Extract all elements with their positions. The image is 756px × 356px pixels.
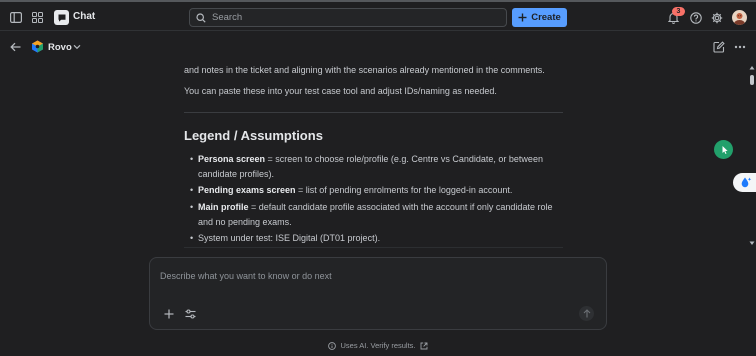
search-placeholder: Search	[212, 12, 243, 23]
create-label: Create	[531, 12, 561, 23]
edit-icon[interactable]	[712, 40, 725, 53]
divider	[184, 247, 563, 248]
notification-badge[interactable]: 3	[672, 7, 685, 16]
list-item: • Pending exams screen = list of pending…	[190, 183, 558, 198]
create-button[interactable]: Create	[512, 8, 567, 27]
chat-composer[interactable]: Describe what you want to know or do nex…	[149, 257, 607, 330]
info-icon	[328, 341, 337, 350]
help-icon[interactable]	[689, 11, 702, 24]
gear-icon[interactable]	[710, 11, 723, 24]
app-name[interactable]: Chat	[73, 11, 95, 22]
bullet-dot: •	[190, 233, 194, 243]
list-item: • Persona screen = screen to choose role…	[190, 152, 558, 181]
list-item-desc: = list of pending enrolments for the log…	[295, 185, 513, 195]
bullet-dot: •	[190, 185, 194, 195]
list-item: • System under test: ISE Digital (DT01 p…	[190, 231, 558, 246]
apps-grid-icon[interactable]	[31, 11, 44, 24]
plus-icon	[518, 13, 527, 22]
back-arrow-icon[interactable]	[9, 40, 22, 53]
top-navigation-bar: Chat Search Create 3	[0, 0, 756, 31]
send-button[interactable]	[579, 306, 594, 321]
composer-placeholder[interactable]: Describe what you want to know or do nex…	[160, 271, 332, 281]
search-icon	[196, 12, 206, 23]
chat-app-icon[interactable]	[54, 10, 69, 25]
search-input[interactable]: Search	[189, 8, 507, 27]
attach-plus-icon[interactable]	[163, 308, 174, 319]
external-link-icon[interactable]	[420, 342, 428, 350]
agent-name[interactable]: Rovo	[48, 42, 72, 53]
list-item-term: Persona screen	[198, 154, 266, 164]
assistant-message: and notes in the ticket and aligning wit…	[184, 58, 564, 248]
cursor-indicator	[714, 140, 733, 159]
list-item-term: Main profile	[198, 202, 249, 212]
list-item: • Main profile = default candidate profi…	[190, 200, 558, 229]
list-item-desc: System under test: ISE Digital (DT01 pro…	[198, 233, 381, 243]
bullet-dot: •	[190, 202, 194, 212]
list-item-desc: = default candidate profile associated w…	[198, 202, 553, 227]
send-arrow-icon	[583, 309, 591, 318]
scrollbar-thumb[interactable]	[750, 75, 754, 85]
sidebar-toggle-icon[interactable]	[9, 11, 22, 24]
legend-heading: Legend / Assumptions	[184, 128, 323, 143]
divider	[184, 112, 563, 113]
more-icon[interactable]	[733, 40, 747, 53]
avatar[interactable]	[732, 10, 747, 25]
scrollbar[interactable]	[749, 65, 755, 246]
rovo-logo-icon	[31, 40, 44, 53]
ai-disclaimer: Uses AI. Verify results.	[0, 341, 756, 350]
disclaimer-text: Uses AI. Verify results.	[340, 341, 416, 350]
bullet-dot: •	[190, 154, 194, 164]
settings-sliders-icon[interactable]	[184, 308, 196, 319]
message-paragraph: and notes in the ticket and aligning wit…	[184, 65, 545, 75]
chevron-down-icon[interactable]	[72, 42, 81, 51]
list-item-term: Pending exams screen	[198, 185, 296, 195]
assistant-widget-button[interactable]	[733, 173, 756, 192]
message-paragraph: You can paste these into your test case …	[184, 86, 497, 96]
